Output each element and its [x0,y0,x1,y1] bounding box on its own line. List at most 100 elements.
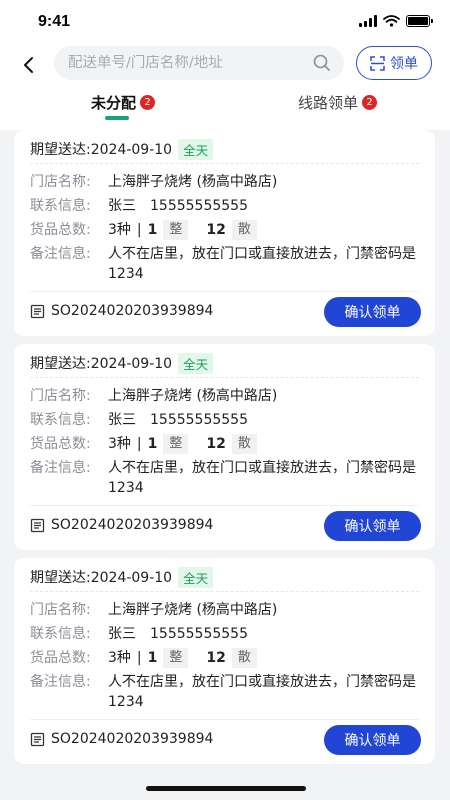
home-indicator [146,786,306,791]
whole-qty: 1 [147,222,158,238]
divider [30,163,419,164]
store-name: 上海胖子烧烤 (杨高中路店) [108,388,278,404]
goods-kinds: 3种 [108,650,131,666]
status-bar: 9:41 [0,0,450,44]
tab-unassigned[interactable]: 未分配 2 [91,92,156,113]
back-button[interactable] [14,50,42,80]
tab-route-claim[interactable]: 线路领单 2 [298,92,378,113]
whole-unit: 整 [163,648,189,668]
contact-name: 张三 [108,412,136,428]
nav-bar: 领单 [0,44,450,88]
all-day-tag: 全天 [178,566,214,588]
loose-qty: 12 [206,650,226,666]
note-text: 人不在店里，放在门口或直接放进去，门禁密码是1234 [108,246,416,282]
order-number-row: SO2024020203939894 [30,517,213,533]
note-row: 备注信息: 人不在店里，放在门口或直接放进去，门禁密码是1234 [30,244,426,284]
divider [30,591,419,592]
order-number-row: SO2024020203939894 [30,731,213,747]
contact-name: 张三 [108,626,136,642]
card-header: 期望送达:2024-09-10 全天 [30,566,214,588]
contact-phone[interactable]: 15555555555 [150,410,248,430]
goods-row: 货品总数: 3种 | 1 整 12 散 [30,648,257,668]
loose-qty: 12 [206,222,226,238]
confirm-claim-button[interactable]: 确认领单 [324,297,421,327]
expected-delivery: 期望送达:2024-09-10 [30,356,173,372]
goods-label: 货品总数: [30,650,91,666]
contact-name: 张三 [108,198,136,214]
all-day-tag: 全天 [178,138,214,160]
store-label: 门店名称: [30,388,91,404]
chevron-left-icon [24,57,33,73]
whole-unit: 整 [163,220,189,240]
contact-row: 联系信息: 张三 15555555555 [30,410,248,430]
whole-unit: 整 [163,434,189,454]
goods-label: 货品总数: [30,436,91,452]
goods-kinds: 3种 [108,436,131,452]
loose-unit: 散 [231,434,257,454]
search-icon[interactable] [312,53,332,73]
store-name: 上海胖子烧烤 (杨高中路店) [108,602,278,618]
claim-button-label: 领单 [390,56,418,72]
store-row: 门店名称: 上海胖子烧烤 (杨高中路店) [30,600,277,620]
tab-label: 未分配 [91,94,137,112]
note-row: 备注信息: 人不在店里，放在门口或直接放进去，门禁密码是1234 [30,458,426,498]
claim-button[interactable]: 领单 [356,46,432,80]
search-box[interactable] [54,46,344,80]
store-row: 门店名称: 上海胖子烧烤 (杨高中路店) [30,172,277,192]
loose-unit: 散 [231,648,257,668]
order-number-row: SO2024020203939894 [30,303,213,319]
status-time: 9:41 [38,13,71,30]
battery-icon [406,15,433,27]
store-name: 上海胖子烧烤 (杨高中路店) [108,174,278,190]
goods-separator: | [136,222,142,238]
wifi-icon [383,15,400,27]
store-row: 门店名称: 上海胖子烧烤 (杨高中路店) [30,386,277,406]
tab-label: 线路领单 [298,94,359,112]
tab-badge: 2 [362,95,378,110]
contact-phone[interactable]: 15555555555 [150,196,248,216]
note-row: 备注信息: 人不在店里，放在门口或直接放进去，门禁密码是1234 [30,672,426,712]
note-label: 备注信息: [30,246,91,262]
contact-label: 联系信息: [30,198,91,214]
contact-phone[interactable]: 15555555555 [150,624,248,644]
confirm-claim-button[interactable]: 确认领单 [324,725,421,755]
expected-delivery: 期望送达:2024-09-10 [30,570,173,586]
store-label: 门店名称: [30,602,91,618]
signal-icon [359,15,377,27]
header-area: 9:41 配送单号/门店名称/地址 领单 未分配 2 线路领单 2 [0,0,450,130]
order-number: SO2024020203939894 [51,517,214,533]
document-icon [30,304,45,318]
contact-row: 联系信息: 张三 15555555555 [30,624,248,644]
order-card: 期望送达:2024-09-10 全天 门店名称: 上海胖子烧烤 (杨高中路店) … [14,558,435,764]
order-number: SO2024020203939894 [51,303,214,319]
search-input[interactable] [68,55,312,71]
goods-count: 3种 | 1 整 12 散 [108,220,257,240]
confirm-claim-button[interactable]: 确认领单 [324,511,421,541]
contact-label: 联系信息: [30,412,91,428]
goods-count: 3种 | 1 整 12 散 [108,648,257,668]
divider [30,719,419,720]
goods-count: 3种 | 1 整 12 散 [108,434,257,454]
note-label: 备注信息: [30,674,91,690]
goods-row: 货品总数: 3种 | 1 整 12 散 [30,434,257,454]
order-number: SO2024020203939894 [51,731,214,747]
document-icon [30,518,45,532]
order-card: 期望送达:2024-09-10 全天 门店名称: 上海胖子烧烤 (杨高中路店) … [14,130,435,336]
note-text: 人不在店里，放在门口或直接放进去，门禁密码是1234 [108,460,416,496]
contact-label: 联系信息: [30,626,91,642]
note-text: 人不在店里，放在门口或直接放进去，门禁密码是1234 [108,674,416,710]
whole-qty: 1 [147,436,158,452]
scan-icon [370,55,385,71]
store-label: 门店名称: [30,174,91,190]
order-card: 期望送达:2024-09-10 全天 门店名称: 上海胖子烧烤 (杨高中路店) … [14,344,435,550]
goods-label: 货品总数: [30,222,91,238]
divider [30,505,419,506]
card-header: 期望送达:2024-09-10 全天 [30,352,214,374]
status-icons [359,15,433,27]
contact-row: 联系信息: 张三 15555555555 [30,196,248,216]
note-label: 备注信息: [30,460,91,476]
document-icon [30,732,45,746]
goods-separator: | [136,650,142,666]
expected-delivery: 期望送达:2024-09-10 [30,142,173,158]
tab-badge: 2 [140,95,156,110]
